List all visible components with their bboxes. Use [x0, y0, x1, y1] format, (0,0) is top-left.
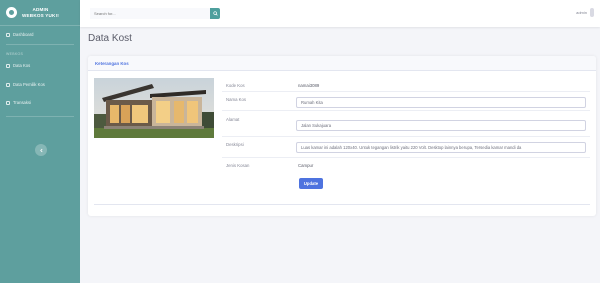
field-label: Jenis Kosan	[226, 163, 250, 168]
kos-photo	[94, 78, 214, 138]
field-row-kode: Kode Kos namai3089	[222, 78, 590, 92]
field-row-deskripsi: Deskripsi Luas kamar ini adalah 120x40. …	[222, 137, 590, 158]
page-title: Data Kost	[88, 33, 132, 44]
deskripsi-input[interactable]: Luas kamar ini adalah 120x40. Untuk tega…	[296, 142, 586, 153]
avatar	[590, 8, 594, 17]
table-icon	[6, 63, 10, 68]
brand[interactable]: ADMIN WEBKOS YUK!!	[0, 0, 80, 26]
sidebar-item-label: Data Kos	[13, 63, 31, 68]
user-menu[interactable]: admin	[576, 8, 594, 17]
house-image	[94, 78, 214, 138]
search-icon	[212, 11, 218, 16]
field-row-jenis: Jenis Kosan Campur	[222, 158, 590, 174]
jenis-kosan-value: Campur	[298, 163, 314, 168]
user-name: admin	[576, 10, 587, 15]
sidebar-item-data-kos[interactable]: Data Kos	[0, 63, 30, 68]
sidebar-item-label: Transaksi	[13, 100, 31, 105]
field-row-nama: Nama Kos Rumah Kita	[222, 92, 590, 111]
brand-logo-icon	[6, 7, 17, 18]
field-label: Nama Kos	[226, 97, 247, 102]
chevron-left-icon	[39, 148, 43, 152]
sidebar-item-data-pemilik-kos[interactable]: Data Pemilik Kos	[0, 82, 45, 87]
table-icon	[6, 100, 10, 105]
dashboard-icon	[6, 32, 10, 37]
kode-kos-value: namai3089	[298, 83, 320, 88]
sidebar-toggle-button[interactable]	[35, 144, 47, 156]
sidebar-item-label: Data Pemilik Kos	[13, 82, 45, 87]
field-label: Alamat	[226, 117, 240, 122]
sidebar-item-transaksi[interactable]: Transaksi	[0, 100, 31, 105]
card-divider	[94, 204, 590, 205]
field-row-alamat: Alamat Jalan Sukajuara	[222, 111, 590, 137]
sidebar-item-dashboard[interactable]: Dashboard	[0, 32, 34, 37]
brand-text: ADMIN WEBKOS YUK!!	[22, 7, 59, 18]
field-label: Kode Kos	[226, 83, 245, 88]
update-button[interactable]: Update	[299, 178, 323, 189]
field-label: Deskripsi	[226, 142, 244, 147]
topbar: admin	[80, 0, 600, 27]
table-icon	[6, 82, 10, 87]
search-button[interactable]	[210, 8, 220, 19]
sidebar-divider	[6, 44, 74, 45]
sidebar: ADMIN WEBKOS YUK!! Dashboard WEBKOS Data…	[0, 0, 80, 283]
brand-line2: WEBKOS YUK!!	[22, 12, 60, 18]
sidebar-divider	[6, 116, 74, 117]
card-header: Keterangan Kos	[88, 56, 596, 71]
sidebar-item-label: Dashboard	[13, 32, 34, 37]
alamat-input[interactable]: Jalan Sukajuara	[296, 120, 586, 131]
sidebar-heading: WEBKOS	[6, 52, 24, 56]
detail-card: Keterangan Kos Kode Kos namai3089 Nama K…	[88, 56, 596, 216]
search-input[interactable]	[90, 8, 210, 19]
nama-kos-input[interactable]: Rumah Kita	[296, 97, 586, 108]
